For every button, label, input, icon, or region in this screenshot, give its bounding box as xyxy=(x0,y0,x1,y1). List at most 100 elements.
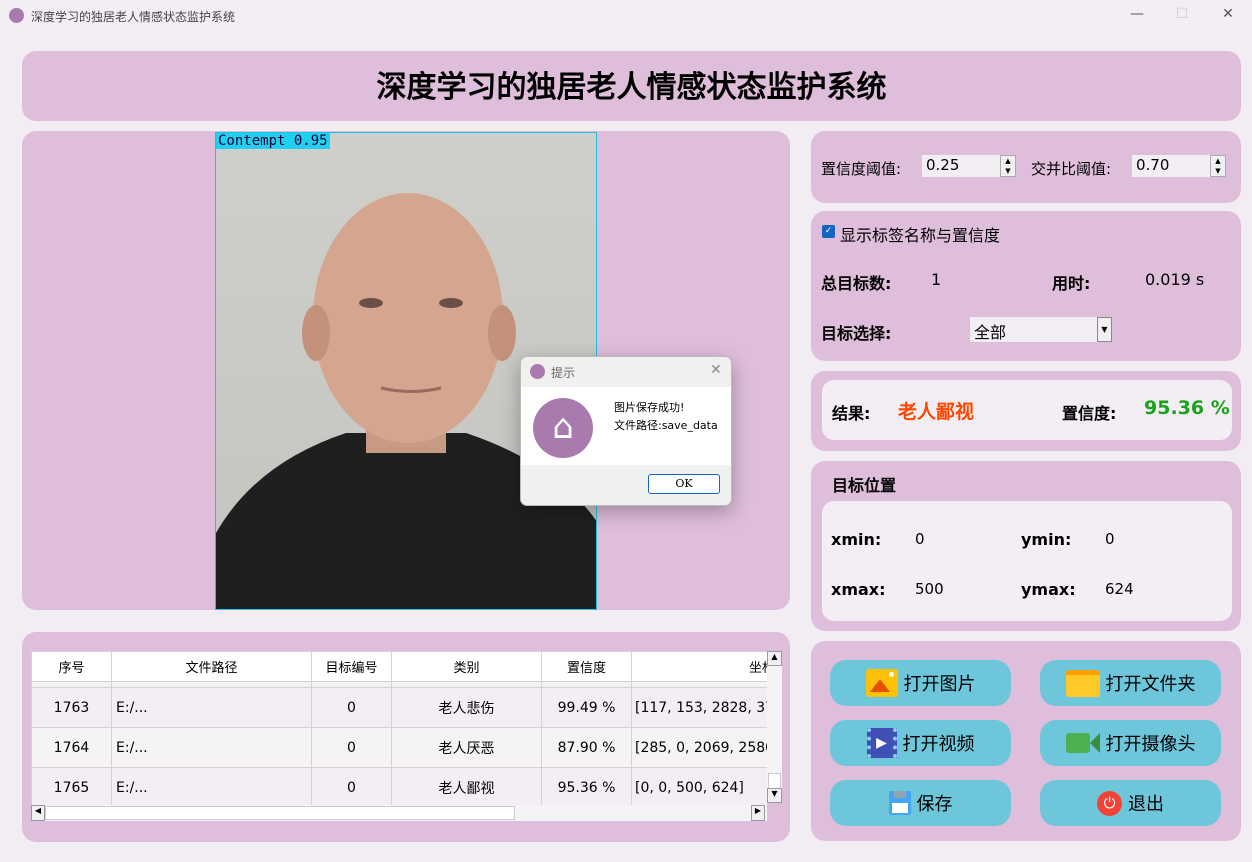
close-button[interactable]: ✕ xyxy=(1218,6,1238,22)
actions-panel: 打开图片 打开文件夹 ▶ 打开视频 打开摄像头 保存 ⏻ 退出 xyxy=(811,641,1241,841)
open-folder-label: 打开文件夹 xyxy=(1105,674,1196,695)
open-video-button[interactable]: ▶ 打开视频 xyxy=(830,720,1011,766)
house-icon: ⌂ xyxy=(533,398,593,458)
cell-index: 1763 xyxy=(31,687,112,728)
iou-threshold-stepper[interactable]: ▲ ▼ xyxy=(1210,155,1226,177)
cell-bbox: [285, 0, 2069, 2580 xyxy=(631,727,767,768)
result-confidence-value: 95.36 % xyxy=(1144,397,1230,419)
folder-icon xyxy=(1065,669,1100,697)
iou-threshold-input[interactable]: 0.70 xyxy=(1132,155,1210,177)
cell-index: 1765 xyxy=(31,767,112,805)
col-header[interactable]: 目标编号 xyxy=(311,651,392,682)
dialog-app-icon xyxy=(530,364,545,379)
total-targets-value: 1 xyxy=(931,270,942,289)
result-box: 结果: 老人鄙视 置信度: 95.36 % xyxy=(822,380,1232,440)
iou-threshold-label: 交并比阈值: xyxy=(1031,160,1112,178)
total-targets-label: 总目标数: xyxy=(821,274,892,293)
position-panel: 目标位置 xmin: 0 ymin: 0 xmax: 500 ymax: 624 xyxy=(811,461,1241,631)
cell-confidence: 99.49 % xyxy=(541,687,632,728)
cell-path: E:/... xyxy=(111,767,312,805)
power-icon: ⏻ xyxy=(1097,790,1122,816)
cell-index: 1764 xyxy=(31,727,112,768)
scroll-down-arrow[interactable]: ▼ xyxy=(767,788,782,803)
save-label: 保存 xyxy=(916,794,953,815)
scroll-up-arrow[interactable]: ▲ xyxy=(767,651,782,666)
info-panel: ✓ 显示标签名称与置信度 总目标数: 1 用时: 0.019 s 目标选择: 全… xyxy=(811,211,1241,361)
vertical-scrollbar[interactable]: ▲ ▼ xyxy=(767,651,782,803)
title-bar: 深度学习的独居老人情感状态监护系统 — ☐ ✕ xyxy=(0,0,1252,31)
exit-label: 退出 xyxy=(1128,794,1164,815)
cell-class: 老人悲伤 xyxy=(391,687,542,728)
open-camera-label: 打开摄像头 xyxy=(1105,734,1196,755)
position-box: xmin: 0 ymin: 0 xmax: 500 ymax: 624 xyxy=(822,501,1232,621)
ymin-value: 0 xyxy=(1105,530,1115,548)
table-row[interactable]: 1763 E:/... 0 老人悲伤 99.49 % [117, 153, 2828, 3… xyxy=(31,687,767,728)
target-select-dropdown[interactable]: 全部 ▼ xyxy=(970,317,1112,342)
hscroll-thumb[interactable] xyxy=(45,806,515,820)
scroll-left-arrow[interactable]: ◀ xyxy=(31,805,45,821)
open-camera-button[interactable]: 打开摄像头 xyxy=(1040,720,1221,766)
conf-threshold-label: 置信度阈值: xyxy=(821,160,902,178)
cell-bbox: [0, 0, 500, 624] xyxy=(631,767,767,805)
minimize-button[interactable]: — xyxy=(1127,6,1147,22)
ymax-label: ymax: xyxy=(1021,580,1076,599)
position-title: 目标位置 xyxy=(832,476,897,495)
open-image-button[interactable]: 打开图片 xyxy=(830,660,1011,706)
table-panel: 序号 文件路径 目标编号 类别 置信度 坐标位置 1763E:/...0老人悲伤… xyxy=(22,632,790,842)
xmin-value: 0 xyxy=(915,530,925,548)
dialog-ok-button[interactable]: OK xyxy=(648,474,720,494)
window-title: 深度学习的独居老人情感状态监护系统 xyxy=(31,10,236,24)
target-select-value: 全部 xyxy=(974,323,1007,342)
cell-bbox: [117, 153, 2828, 37 xyxy=(631,687,767,728)
col-header[interactable]: 置信度 xyxy=(541,651,632,682)
page-title: 深度学习的独居老人情感状态监护系统 xyxy=(376,70,887,105)
dialog-message-line1: 图片保存成功! xyxy=(614,401,685,414)
cell-target-id: 0 xyxy=(311,687,392,728)
exit-button[interactable]: ⏻ 退出 xyxy=(1040,780,1221,826)
scroll-right-arrow[interactable]: ▶ xyxy=(751,805,765,821)
show-label-checkbox[interactable]: ✓ xyxy=(822,225,835,238)
table-row[interactable]: 1765 E:/... 0 老人鄙视 95.36 % [0, 0, 500, 624] xyxy=(31,767,767,805)
dialog-titlebar: 提示 ✕ xyxy=(521,357,731,387)
result-confidence-label: 置信度: xyxy=(1062,404,1117,423)
maximize-button[interactable]: ☐ xyxy=(1172,6,1192,22)
cell-path: E:/... xyxy=(111,727,312,768)
table-header: 序号 文件路径 目标编号 类别 置信度 坐标位置 xyxy=(31,651,767,682)
cell-class: 老人厌恶 xyxy=(391,727,542,768)
col-header[interactable]: 文件路径 xyxy=(111,651,312,682)
camera-icon xyxy=(1065,733,1100,753)
cell-path: E:/... xyxy=(111,687,312,728)
cell-confidence: 95.36 % xyxy=(541,767,632,805)
dialog-title: 提示 xyxy=(551,366,576,380)
cell-class: 老人鄙视 xyxy=(391,767,542,805)
save-button[interactable]: 保存 xyxy=(830,780,1011,826)
cell-target-id: 0 xyxy=(311,727,392,768)
open-image-label: 打开图片 xyxy=(903,674,976,695)
cell-target-id: 0 xyxy=(311,767,392,805)
dialog-close-button[interactable]: ✕ xyxy=(710,362,722,378)
result-value: 老人鄙视 xyxy=(898,401,975,423)
chevron-down-icon[interactable]: ▼ xyxy=(1097,317,1112,342)
info-dialog: 提示 ✕ ⌂ 图片保存成功! 文件路径:save_data OK xyxy=(520,356,732,506)
ymax-value: 624 xyxy=(1105,580,1134,598)
conf-threshold-input[interactable]: 0.25 xyxy=(922,155,1000,177)
time-label: 用时: xyxy=(1052,274,1091,293)
dialog-message-line2: 文件路径:save_data xyxy=(614,419,718,432)
conf-threshold-stepper[interactable]: ▲ ▼ xyxy=(1000,155,1016,177)
xmax-value: 500 xyxy=(915,580,944,598)
xmax-label: xmax: xyxy=(831,580,886,599)
col-header[interactable]: 序号 xyxy=(31,651,112,682)
show-label-text[interactable]: 显示标签名称与置信度 xyxy=(840,222,1000,246)
video-icon: ▶ xyxy=(866,728,897,758)
save-icon xyxy=(888,791,911,815)
results-table[interactable]: 序号 文件路径 目标编号 类别 置信度 坐标位置 1763E:/...0老人悲伤… xyxy=(31,651,767,805)
table-row[interactable]: 1764 E:/... 0 老人厌恶 87.90 % [285, 0, 2069, 258… xyxy=(31,727,767,768)
target-select-label: 目标选择: xyxy=(821,324,892,343)
col-header[interactable]: 类别 xyxy=(391,651,542,682)
horizontal-scrollbar[interactable]: ◀ ▶ xyxy=(31,805,767,821)
app-icon xyxy=(9,8,24,23)
open-folder-button[interactable]: 打开文件夹 xyxy=(1040,660,1221,706)
image-icon xyxy=(865,669,898,697)
dialog-body: ⌂ 图片保存成功! 文件路径:save_data xyxy=(521,387,731,465)
col-header[interactable]: 坐标位置 xyxy=(631,651,767,682)
